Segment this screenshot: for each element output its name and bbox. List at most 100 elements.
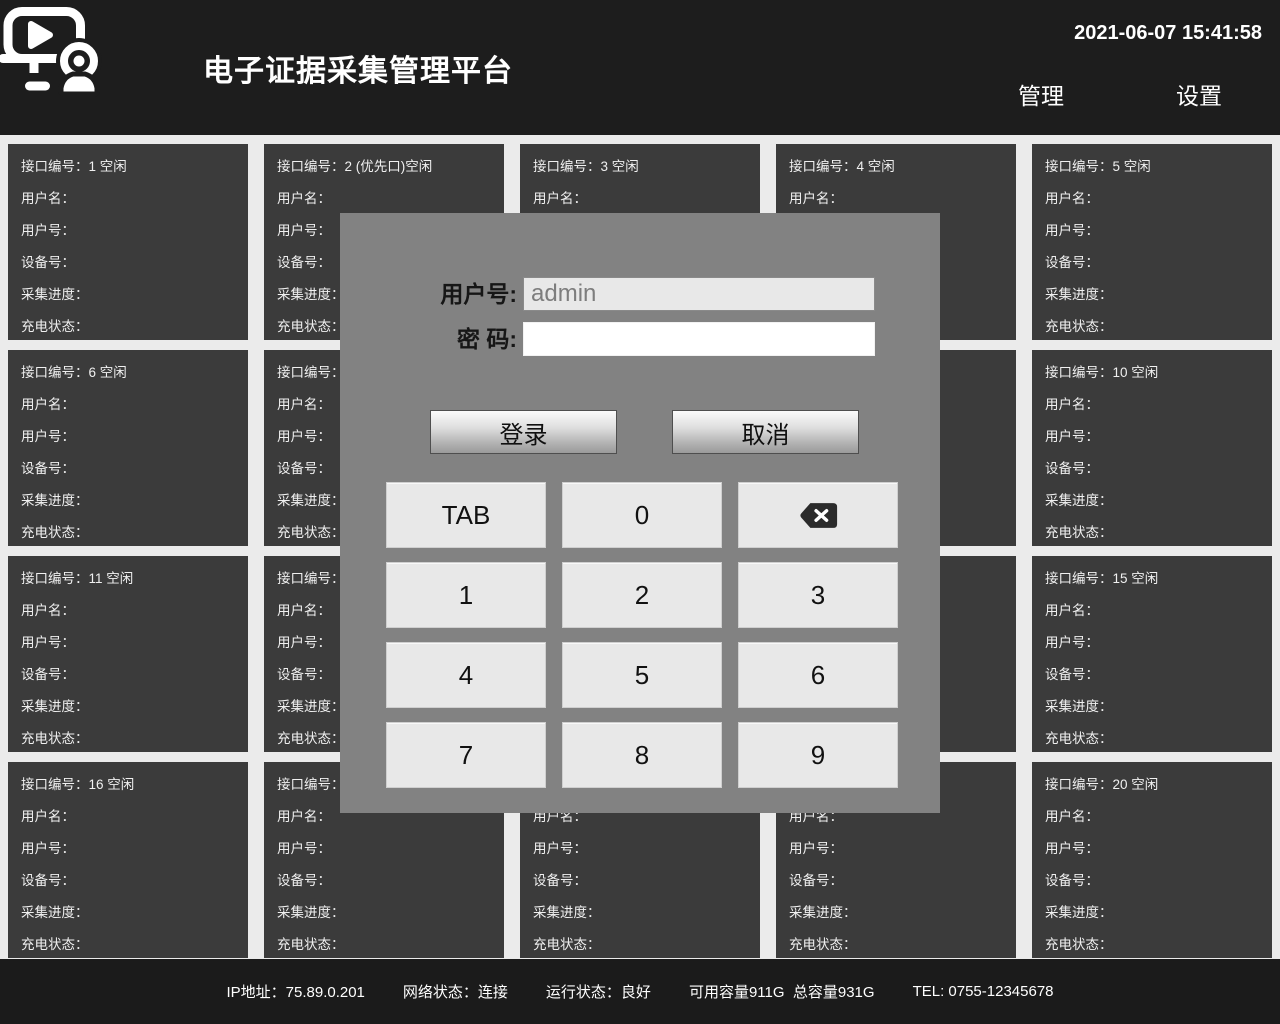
key-1[interactable]: 1 bbox=[386, 562, 546, 628]
status-bar: IP地址：75.89.0.201 网络状态：连接 运行状态：良好 可用容量911… bbox=[0, 959, 1280, 1024]
port-field-label: 采集进度： bbox=[1045, 485, 1259, 517]
key-tab[interactable]: TAB bbox=[386, 482, 546, 548]
key-8[interactable]: 8 bbox=[562, 722, 722, 788]
port-field-label: 充电状态： bbox=[21, 517, 235, 546]
key-6[interactable]: 6 bbox=[738, 642, 898, 708]
port-field-label: 用户号： bbox=[21, 833, 235, 865]
port-field-label: 充电状态： bbox=[21, 723, 235, 752]
port-field-label: 用户号： bbox=[1045, 215, 1259, 247]
port-panel: 接口编号：11 空闲用户名：用户号：设备号：采集进度：充电状态： bbox=[8, 556, 248, 752]
port-panel: 接口编号：20 空闲用户名：用户号：设备号：采集进度：充电状态： bbox=[1032, 762, 1272, 958]
port-field-label: 采集进度： bbox=[1045, 279, 1259, 311]
numeric-keypad: TAB0123 456 789 bbox=[386, 482, 898, 788]
port-field-label: 设备号： bbox=[1045, 247, 1259, 279]
port-field-label: 充电状态： bbox=[1045, 311, 1259, 340]
backspace-icon bbox=[797, 501, 839, 530]
port-field-label: 用户号： bbox=[21, 627, 235, 659]
cancel-button[interactable]: 取消 bbox=[672, 410, 859, 454]
port-field-label: 设备号： bbox=[21, 453, 235, 485]
port-field-label: 充电状态： bbox=[1045, 723, 1259, 752]
port-field-label: 充电状态： bbox=[533, 929, 747, 958]
port-field-label: 充电状态： bbox=[21, 311, 235, 340]
nav-manage[interactable]: 管理 bbox=[1018, 77, 1064, 111]
port-field-label: 用户名： bbox=[277, 183, 491, 215]
page-title: 电子证据采集管理平台 bbox=[203, 46, 513, 90]
port-field-label: 用户号： bbox=[533, 833, 747, 865]
port-field-label: 设备号： bbox=[277, 865, 491, 897]
app-logo-icon bbox=[0, 0, 130, 125]
port-panel: 接口编号：1 空闲用户名：用户号：设备号：采集进度：充电状态： bbox=[8, 144, 248, 340]
login-dialog: 用户号: 密 码: 登录 取消 TAB0123 456 789 bbox=[340, 213, 940, 813]
port-field-label: 用户名： bbox=[21, 389, 235, 421]
port-field-label: 用户号： bbox=[21, 215, 235, 247]
header: 电子证据采集管理平台 2021-06-07 15:41:58 管理 设置 bbox=[0, 0, 1280, 135]
port-field-label: 采集进度： bbox=[21, 279, 235, 311]
port-panel: 接口编号：6 空闲用户名：用户号：设备号：采集进度：充电状态： bbox=[8, 350, 248, 546]
key-2[interactable]: 2 bbox=[562, 562, 722, 628]
port-field-label: 采集进度： bbox=[277, 897, 491, 929]
port-interface-status: 接口编号：20 空闲 bbox=[1045, 769, 1259, 801]
port-interface-status: 接口编号：3 空闲 bbox=[533, 151, 747, 183]
port-interface-status: 接口编号：11 空闲 bbox=[21, 563, 235, 595]
port-field-label: 用户号： bbox=[1045, 627, 1259, 659]
port-panel: 接口编号：16 空闲用户名：用户号：设备号：采集进度：充电状态： bbox=[8, 762, 248, 958]
port-field-label: 采集进度： bbox=[789, 897, 1003, 929]
port-field-label: 用户号： bbox=[1045, 833, 1259, 865]
port-field-label: 用户名： bbox=[533, 183, 747, 215]
port-field-label: 采集进度： bbox=[1045, 897, 1259, 929]
port-interface-status: 接口编号：1 空闲 bbox=[21, 151, 235, 183]
port-field-label: 设备号： bbox=[533, 865, 747, 897]
clock: 2021-06-07 15:41:58 bbox=[1074, 22, 1262, 45]
port-interface-status: 接口编号：15 空闲 bbox=[1045, 563, 1259, 595]
port-interface-status: 接口编号：6 空闲 bbox=[21, 357, 235, 389]
port-field-label: 充电状态： bbox=[789, 929, 1003, 958]
backspace-key[interactable] bbox=[738, 482, 898, 548]
port-panel: 接口编号：5 空闲用户名：用户号：设备号：采集进度：充电状态： bbox=[1032, 144, 1272, 340]
port-field-label: 采集进度： bbox=[21, 691, 235, 723]
port-field-label: 用户号： bbox=[277, 833, 491, 865]
key-4[interactable]: 4 bbox=[386, 642, 546, 708]
port-field-label: 用户名： bbox=[21, 595, 235, 627]
port-field-label: 设备号： bbox=[21, 659, 235, 691]
port-field-label: 设备号： bbox=[21, 865, 235, 897]
port-interface-status: 接口编号：4 空闲 bbox=[789, 151, 1003, 183]
login-button[interactable]: 登录 bbox=[430, 410, 617, 454]
port-field-label: 用户名： bbox=[21, 183, 235, 215]
key-5[interactable]: 5 bbox=[562, 642, 722, 708]
port-field-label: 用户名： bbox=[21, 801, 235, 833]
port-field-label: 设备号： bbox=[1045, 865, 1259, 897]
port-field-label: 充电状态： bbox=[277, 929, 491, 958]
port-interface-status: 接口编号：16 空闲 bbox=[21, 769, 235, 801]
port-field-label: 采集进度： bbox=[21, 485, 235, 517]
key-0[interactable]: 0 bbox=[562, 482, 722, 548]
port-field-label: 采集进度： bbox=[21, 897, 235, 929]
port-interface-status: 接口编号：10 空闲 bbox=[1045, 357, 1259, 389]
port-panel: 接口编号：10 空闲用户名：用户号：设备号：采集进度：充电状态： bbox=[1032, 350, 1272, 546]
port-field-label: 采集进度： bbox=[533, 897, 747, 929]
port-field-label: 用户号： bbox=[789, 833, 1003, 865]
port-field-label: 采集进度： bbox=[1045, 691, 1259, 723]
user-no-input[interactable] bbox=[523, 277, 875, 311]
port-field-label: 用户名： bbox=[1045, 389, 1259, 421]
user-no-label: 用户号: bbox=[340, 277, 517, 311]
port-field-label: 充电状态： bbox=[1045, 517, 1259, 546]
port-field-label: 设备号： bbox=[1045, 659, 1259, 691]
key-7[interactable]: 7 bbox=[386, 722, 546, 788]
key-9[interactable]: 9 bbox=[738, 722, 898, 788]
port-field-label: 用户号： bbox=[21, 421, 235, 453]
port-field-label: 设备号： bbox=[1045, 453, 1259, 485]
ip-address: IP地址：75.89.0.201 bbox=[226, 981, 364, 1002]
port-field-label: 充电状态： bbox=[21, 929, 235, 958]
port-field-label: 用户名： bbox=[1045, 595, 1259, 627]
port-field-label: 用户名： bbox=[789, 183, 1003, 215]
port-field-label: 用户名： bbox=[1045, 801, 1259, 833]
port-panel: 接口编号：15 空闲用户名：用户号：设备号：采集进度：充电状态： bbox=[1032, 556, 1272, 752]
port-field-label: 设备号： bbox=[789, 865, 1003, 897]
nav-settings[interactable]: 设置 bbox=[1176, 77, 1222, 111]
running-status: 运行状态：良好 bbox=[546, 981, 651, 1002]
port-interface-status: 接口编号：2 (优先口)空闲 bbox=[277, 151, 491, 183]
password-input[interactable] bbox=[523, 322, 875, 356]
password-label: 密 码: bbox=[340, 322, 517, 356]
network-status: 网络状态：连接 bbox=[403, 981, 508, 1002]
key-3[interactable]: 3 bbox=[738, 562, 898, 628]
